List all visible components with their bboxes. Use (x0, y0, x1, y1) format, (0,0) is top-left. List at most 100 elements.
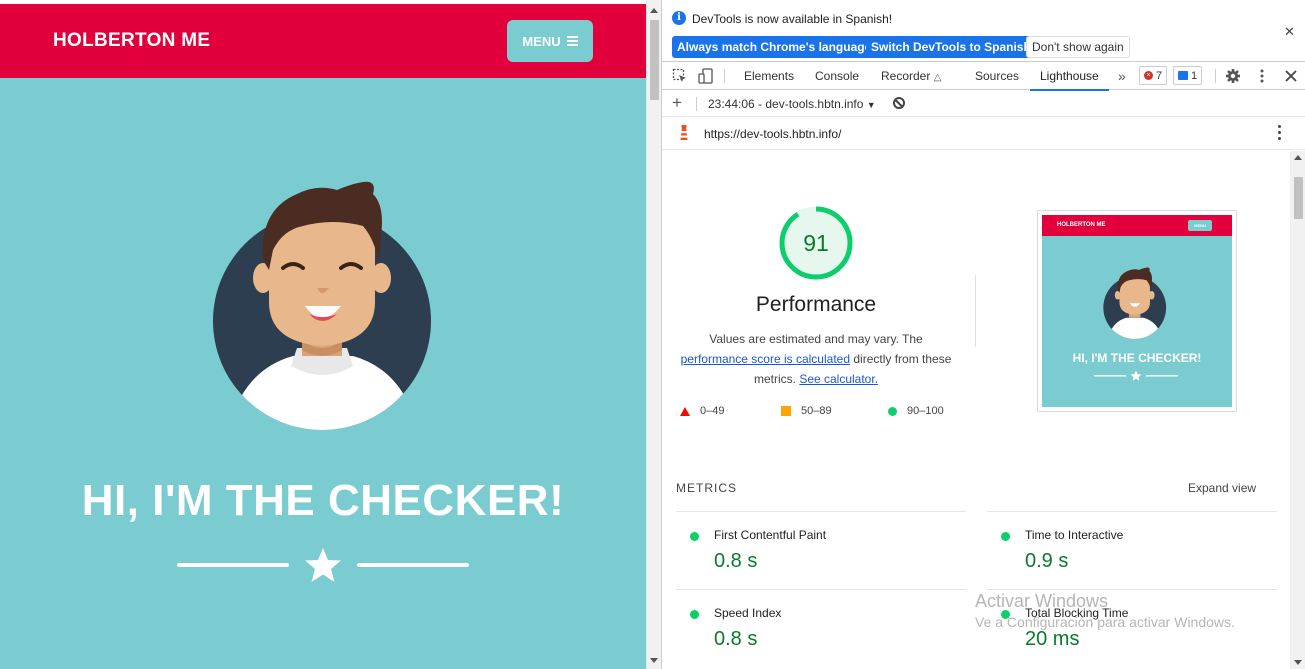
scroll-up-arrow-icon[interactable] (650, 8, 658, 13)
performance-score: 91 (803, 230, 829, 256)
thumbnail-brand: HOLBERTON ME (1057, 222, 1106, 228)
hero-title: HI, I'M THE CHECKER! (81, 476, 565, 525)
pass-circle-icon (690, 610, 699, 619)
star-icon (305, 548, 341, 582)
devtools-panel: i DevTools is now available in Spanish! … (661, 0, 1305, 669)
tab-recorder[interactable]: Recorder △ (881, 62, 941, 90)
final-screenshot: HOLBERTON ME MENU HI, I'M THE CHECKER! (1037, 210, 1237, 412)
hamburger-icon (566, 36, 578, 46)
metric-time-to-interactive: Time to Interactive 0.9 s (987, 511, 1277, 589)
more-options-icon[interactable] (1254, 68, 1270, 84)
page-scrollbar-thumb[interactable] (650, 20, 659, 100)
metric-value: 0.9 s (1025, 550, 1069, 572)
circle-icon (888, 406, 897, 416)
tab-lighthouse[interactable]: Lighthouse (1030, 62, 1109, 91)
menu-button[interactable]: MENU (507, 20, 593, 62)
report-selector[interactable]: 23:44:06 - dev-tools.hbtn.info ▼ (708, 97, 876, 111)
metric-first-contentful-paint: First Contentful Paint 0.8 s (676, 511, 966, 589)
thumbnail-divider (1094, 370, 1178, 381)
menu-button-label: MENU (522, 33, 561, 49)
infobar-message: DevTools is now available in Spanish! (692, 12, 893, 26)
description-text: Values are estimated and may vary. The (709, 332, 923, 346)
dropdown-arrow-icon: ▼ (866, 100, 876, 110)
page-scrollbar[interactable] (646, 0, 661, 669)
star-divider (177, 548, 469, 582)
error-count-badge[interactable]: × 7 (1139, 66, 1168, 85)
message-count-badge[interactable]: 1 (1173, 66, 1203, 85)
report-scrollbar-thumb[interactable] (1294, 177, 1303, 219)
switch-spanish-button[interactable]: Switch DevTools to Spanish (866, 36, 1036, 58)
metrics-heading: METRICS (676, 481, 737, 495)
metric-value: 0.8 s (714, 550, 758, 572)
info-icon: i (672, 11, 686, 25)
pass-circle-icon (690, 532, 699, 541)
message-count: 1 (1191, 69, 1198, 82)
legend-fail-range: 0–49 (700, 405, 725, 417)
screenshot-thumbnail: HOLBERTON ME MENU HI, I'M THE CHECKER! (1042, 215, 1232, 407)
pass-circle-icon (1001, 610, 1010, 619)
legend-pass: 90–100 (888, 405, 944, 417)
thumbnail-navbar: HOLBERTON ME MENU (1042, 215, 1232, 236)
report-selector-value: 23:44:06 - dev-tools.hbtn.info (708, 97, 864, 111)
dont-show-again-button[interactable]: Don't show again (1026, 36, 1130, 58)
device-toggle-icon[interactable] (698, 68, 714, 84)
thumbnail-menu: MENU (1188, 220, 1212, 231)
close-devtools-icon[interactable] (1283, 68, 1299, 84)
legend-average: 50–89 (781, 405, 832, 417)
inspect-element-icon[interactable] (672, 68, 688, 84)
tab-sources[interactable]: Sources (975, 62, 1019, 90)
see-calculator-link[interactable]: See calculator. (799, 372, 878, 386)
match-language-button[interactable]: Always match Chrome's language (672, 36, 877, 58)
report-menu-icon[interactable] (1278, 125, 1282, 141)
metric-value: 0.8 s (714, 628, 758, 650)
star-icon (1130, 370, 1142, 381)
message-icon (1178, 71, 1188, 80)
legend-fail: 0–49 (680, 405, 724, 417)
scroll-down-arrow-icon[interactable] (1294, 660, 1302, 665)
error-icon: × (1144, 71, 1153, 80)
metric-total-blocking-time: Total Blocking Time 20 ms (987, 589, 1277, 667)
flask-icon: △ (933, 72, 942, 83)
vertical-divider (975, 275, 976, 347)
toolbar-separator (1215, 69, 1216, 83)
metric-label: Speed Index (714, 606, 782, 620)
language-infobar: i DevTools is now available in Spanish! … (662, 0, 1305, 62)
more-tabs-icon[interactable]: » (1118, 62, 1126, 90)
scroll-down-arrow-icon[interactable] (650, 658, 658, 663)
tab-console[interactable]: Console (815, 62, 859, 90)
page-viewport: HOLBERTON ME MENU HI, I'M THE CHECKER! (0, 0, 646, 669)
error-count: 7 (1156, 69, 1163, 82)
score-description: Values are estimated and may vary. The p… (676, 329, 956, 389)
report-toolbar: + 23:44:06 - dev-tools.hbtn.info ▼ (662, 91, 1305, 117)
plus-icon[interactable]: + (672, 94, 682, 112)
metric-label: Time to Interactive (1025, 528, 1124, 542)
lighthouse-icon (680, 125, 688, 140)
tab-recorder-label: Recorder (881, 69, 931, 83)
pass-circle-icon (1001, 532, 1010, 541)
thumbnail-avatar (1103, 267, 1167, 339)
tab-elements[interactable]: Elements (744, 62, 794, 90)
report-url[interactable]: https://dev-tools.hbtn.info/ (704, 127, 841, 141)
brand-logo[interactable]: HOLBERTON ME (53, 30, 210, 52)
lighthouse-report: 91 Performance Values are estimated and … (662, 151, 1290, 669)
scroll-up-arrow-icon[interactable] (1294, 155, 1302, 160)
close-icon[interactable]: ✕ (1284, 24, 1295, 40)
category-title: Performance (755, 293, 877, 316)
score-calculated-link[interactable]: performance score is calculated (681, 352, 850, 366)
clear-reports-icon[interactable] (893, 97, 905, 109)
square-icon (781, 406, 791, 416)
thumbnail-title: HI, I'M THE CHECKER! (1072, 351, 1202, 365)
triangle-icon (680, 406, 690, 416)
checker-avatar (213, 181, 431, 430)
expand-view-toggle[interactable]: Expand view (1188, 481, 1256, 495)
description-text: directly from these (853, 352, 952, 366)
navbar: HOLBERTON ME MENU (0, 4, 646, 78)
report-scrollbar[interactable] (1290, 151, 1305, 669)
gear-icon[interactable] (1225, 68, 1241, 84)
legend-pass-range: 90–100 (907, 405, 944, 417)
description-text: metrics. (753, 372, 796, 386)
legend-average-range: 50–89 (801, 405, 832, 417)
toolbar-separator (724, 69, 725, 83)
metric-label: First Contentful Paint (714, 528, 827, 542)
score-legend: 0–49 50–89 90–100 (680, 405, 960, 421)
